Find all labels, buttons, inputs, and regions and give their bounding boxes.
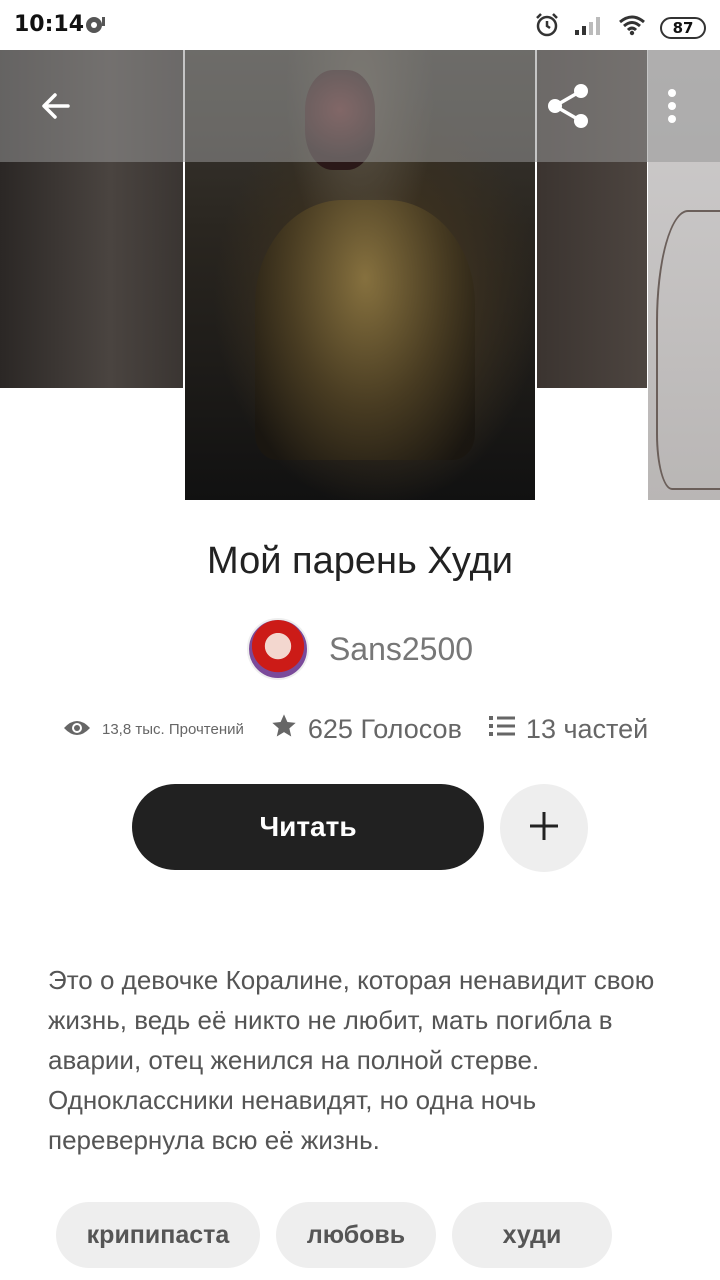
cover-figure-body (255, 200, 475, 460)
story-stats: 13,8 тыс. Прочтений 625 Голосов 13 часте… (62, 712, 672, 747)
status-time: 10:14 (14, 12, 85, 37)
reads-count: 13,8 тыс. Прочтений (102, 721, 244, 738)
back-arrow-icon (38, 88, 74, 129)
more-vert-icon (667, 88, 677, 129)
tag-list: крипипаста любовь худи (56, 1202, 612, 1268)
battery-icon: 87 (660, 16, 706, 39)
toolbar-overlay (0, 50, 720, 162)
notification-icon (84, 13, 106, 35)
add-to-library-button[interactable] (500, 784, 588, 872)
parts-stat: 13 частей (488, 714, 648, 745)
wifi-icon (618, 14, 646, 41)
author-row[interactable]: Sans2500 (0, 618, 720, 680)
story-title: Мой парень Худи (207, 540, 513, 582)
parts-count: 13 частей (525, 714, 649, 744)
tag-chip[interactable]: худи (452, 1202, 612, 1268)
signal-icon (574, 14, 604, 41)
share-button[interactable] (540, 80, 596, 136)
plus-icon (527, 809, 561, 848)
tag-chip[interactable]: любовь (276, 1202, 436, 1268)
alarm-icon (534, 12, 560, 43)
votes-count: 625 Голосов (307, 714, 462, 744)
story-description: Это о девочке Коралине, которая ненавиди… (48, 965, 655, 1155)
cover-sketch (656, 210, 720, 490)
read-button[interactable]: Читать (132, 784, 484, 870)
votes-stat: 625 Голосов (270, 712, 462, 747)
avatar[interactable] (246, 618, 309, 680)
share-icon (543, 81, 593, 136)
eye-icon (62, 717, 92, 743)
more-options-button[interactable] (650, 82, 694, 134)
star-icon (270, 712, 298, 747)
reads-stat: 13,8 тыс. Прочтений (62, 717, 244, 743)
list-icon (488, 714, 516, 745)
author-name[interactable]: Sans2500 (329, 631, 473, 668)
tag-chip[interactable]: крипипаста (56, 1202, 260, 1268)
status-bar: 10:14 87 (0, 0, 720, 50)
back-button[interactable] (30, 82, 82, 134)
